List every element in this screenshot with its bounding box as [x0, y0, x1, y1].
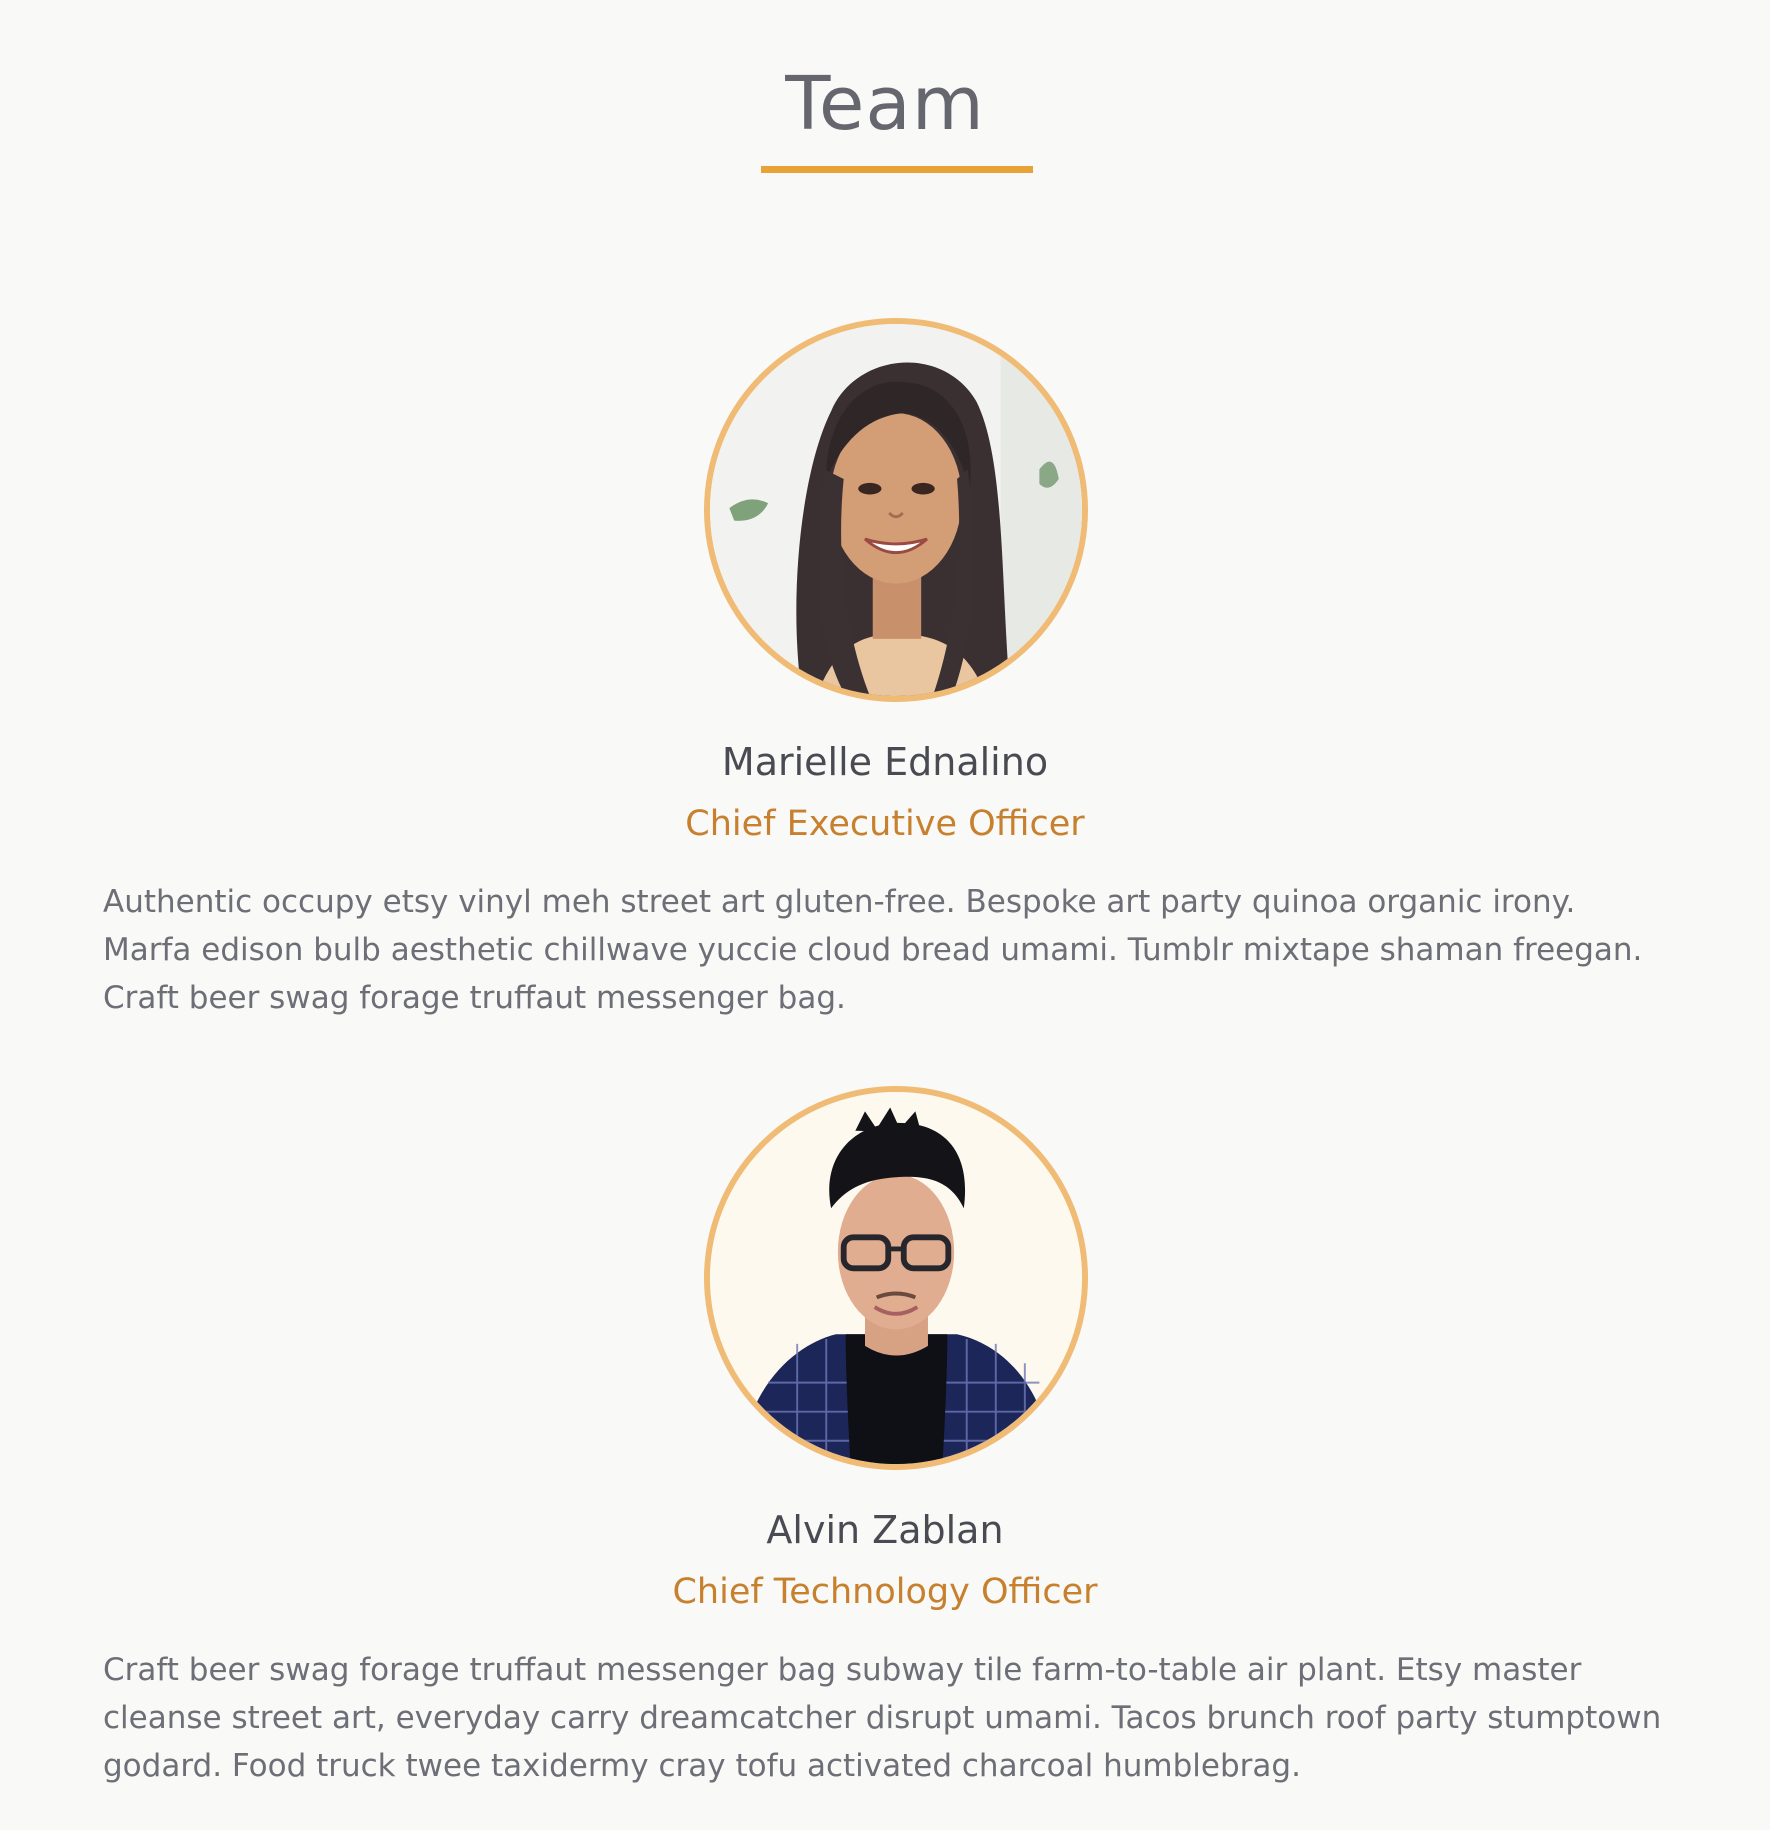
avatar	[704, 318, 1088, 702]
man-portrait-icon	[710, 1092, 1082, 1464]
member-bio: Craft beer swag forage truffaut messenge…	[103, 1652, 1662, 1784]
page-title: Team	[785, 61, 985, 147]
team-heading: Team	[0, 61, 1770, 173]
member-bio: Authentic occupy etsy vinyl meh street a…	[103, 884, 1643, 1016]
member-role: Chief Executive Officer	[685, 804, 1085, 844]
member-name: Alvin Zablan	[766, 1508, 1004, 1552]
member-name: Marielle Ednalino	[721, 740, 1049, 784]
title-underline	[761, 166, 1033, 173]
woman-portrait-icon	[710, 324, 1082, 696]
member-role: Chief Technology Officer	[672, 1572, 1098, 1612]
team-page: Team Marielle Ednalino Chief Executive O…	[0, 0, 1770, 1830]
avatar	[704, 1086, 1088, 1470]
